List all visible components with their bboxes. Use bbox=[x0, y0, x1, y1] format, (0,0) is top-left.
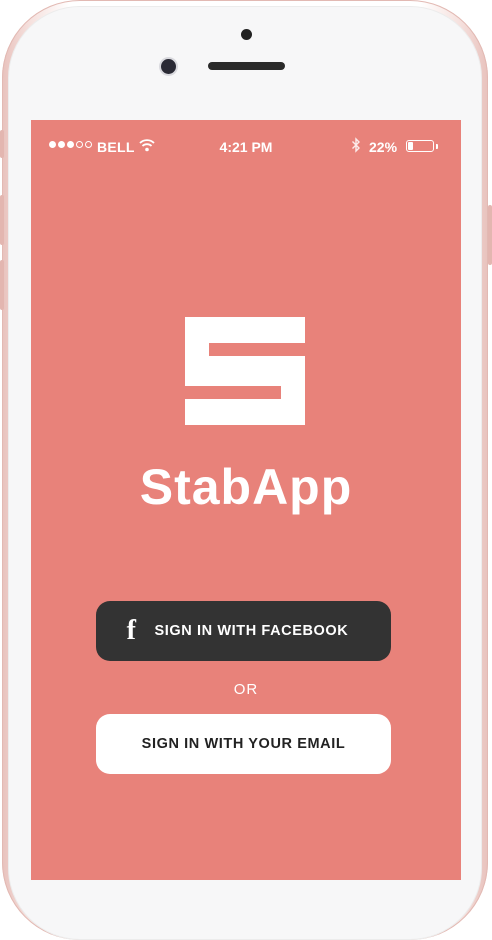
sign-in-facebook-button[interactable]: f SIGN IN WITH FACEBOOK bbox=[96, 601, 391, 661]
bluetooth-icon bbox=[351, 137, 361, 156]
app-title: StabApp bbox=[139, 459, 353, 515]
battery-icon bbox=[406, 140, 438, 152]
volume-up-button bbox=[0, 195, 4, 245]
facebook-icon: f bbox=[126, 615, 137, 646]
app-screen: BELL 4:21 PM 22% StabApp f SIGN IN WITH … bbox=[31, 120, 461, 880]
facebook-button-label: SIGN IN WITH FACEBOOK bbox=[154, 623, 349, 639]
stabapp-logo-icon bbox=[185, 317, 305, 430]
front-camera bbox=[161, 59, 176, 74]
mute-switch bbox=[0, 130, 4, 158]
or-divider-label: OR bbox=[233, 681, 259, 698]
battery-percent: 22% bbox=[369, 139, 398, 155]
earpiece-speaker bbox=[208, 62, 285, 70]
volume-down-button bbox=[0, 260, 4, 310]
sign-in-email-button[interactable]: SIGN IN WITH YOUR EMAIL bbox=[96, 714, 391, 774]
proximity-sensor bbox=[241, 29, 252, 40]
power-button bbox=[488, 205, 492, 265]
email-button-label: SIGN IN WITH YOUR EMAIL bbox=[141, 736, 346, 752]
status-bar: BELL 4:21 PM 22% bbox=[31, 120, 461, 174]
